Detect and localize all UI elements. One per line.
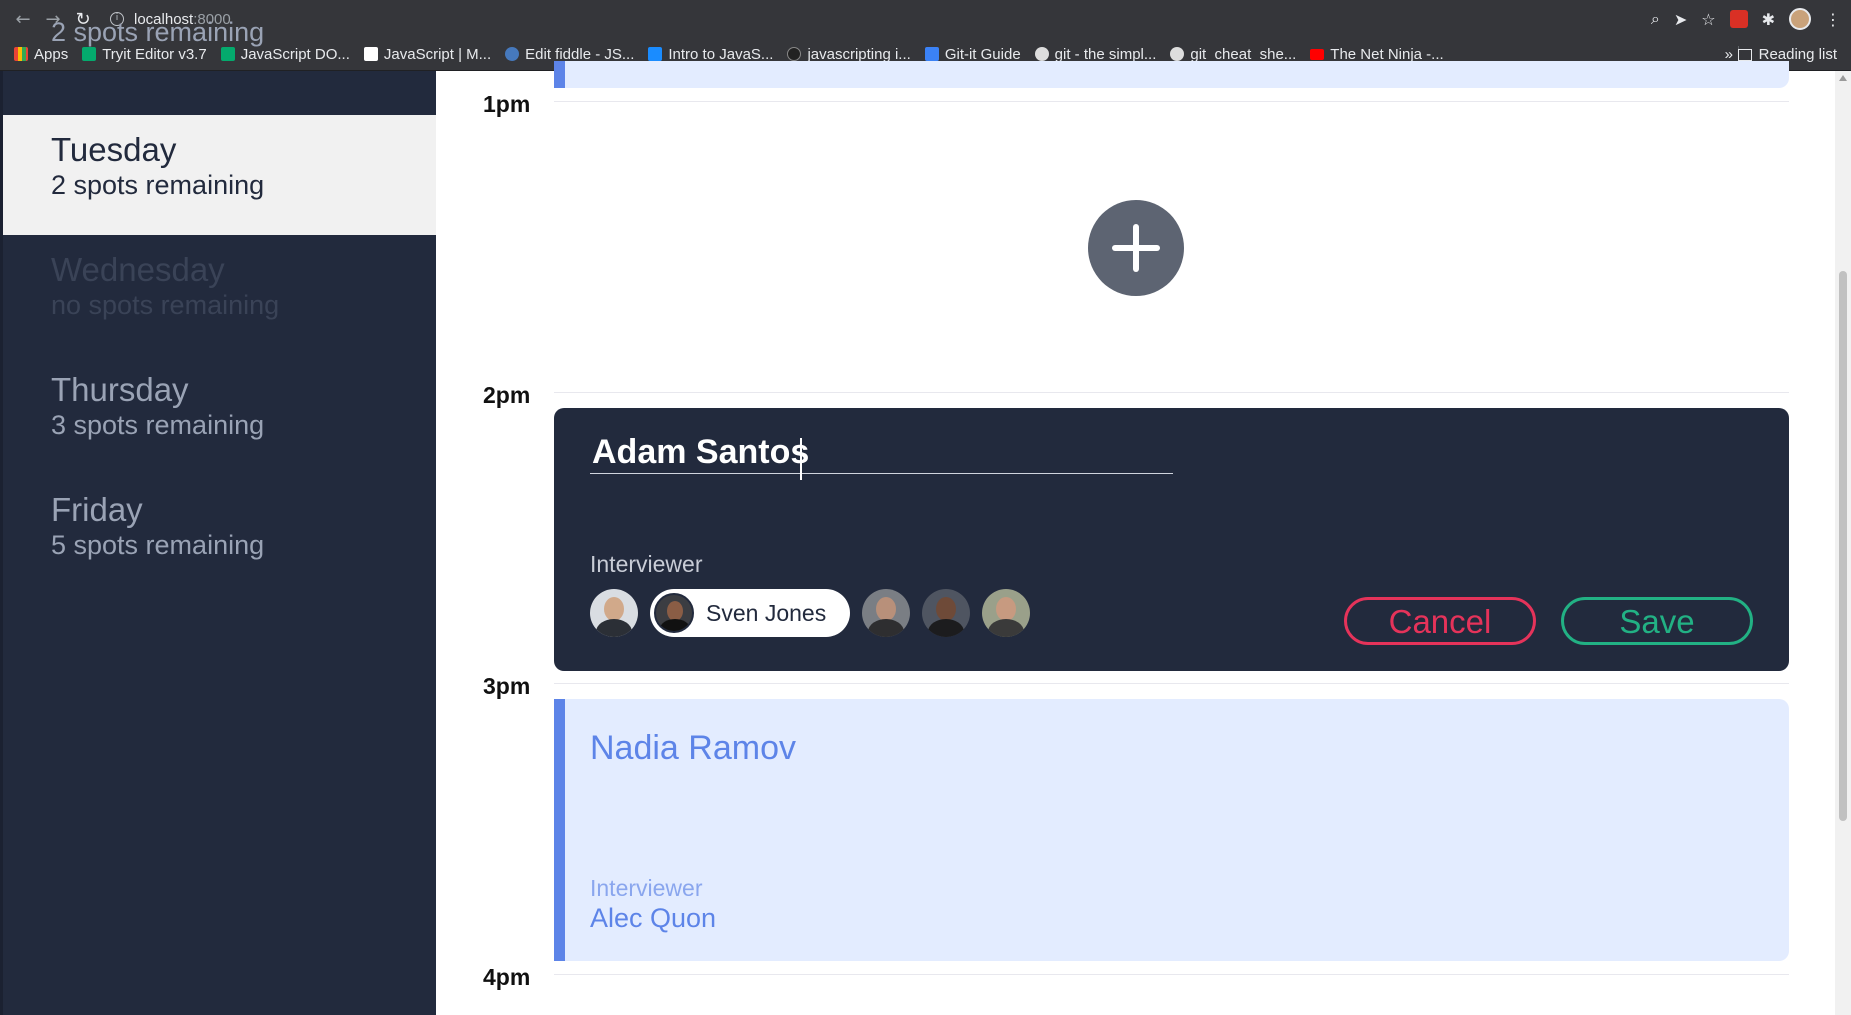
time-label-2pm: 2pm bbox=[483, 382, 531, 408]
bookmark-item[interactable]: Intro to JavaS... bbox=[648, 46, 773, 63]
extension-icon[interactable] bbox=[1729, 10, 1748, 28]
cancel-button[interactable]: Cancel bbox=[1344, 597, 1536, 645]
schedule-main: 1pm 2pm Interviewer Sven Jones Cancel Sa… bbox=[436, 61, 1835, 1015]
scrollbar-thumb[interactable] bbox=[1839, 271, 1847, 821]
day-spots: 2 spots remaining bbox=[51, 170, 265, 200]
day-spots: 3 spots remaining bbox=[51, 410, 265, 440]
bookmark-item[interactable]: javascripting i... bbox=[787, 45, 911, 63]
appointment-card[interactable]: Nadia Ramov Interviewer Alec Quon bbox=[554, 699, 1789, 961]
globe-icon bbox=[1170, 47, 1185, 61]
bookmark-label: Intro to JavaS... bbox=[668, 45, 774, 63]
bookmark-item[interactable]: The Net Ninja -... bbox=[1310, 45, 1444, 63]
day-item-monday[interactable]: 2 spots remaining bbox=[3, 0, 436, 120]
day-spots: 5 spots remaining bbox=[51, 530, 265, 560]
send-icon[interactable]: ➤ bbox=[1674, 10, 1687, 29]
appointment-interviewer: Alec Quon bbox=[590, 903, 717, 933]
student-name-input[interactable] bbox=[590, 432, 1173, 474]
bookmark-label: Git-it Guide bbox=[944, 45, 1021, 63]
day-item-friday[interactable]: Friday 5 spots remaining bbox=[3, 475, 436, 595]
hour-divider bbox=[554, 974, 1789, 975]
day-item-thursday[interactable]: Thursday 3 spots remaining bbox=[3, 355, 436, 475]
day-item-tuesday[interactable]: Tuesday 2 spots remaining bbox=[3, 115, 436, 235]
day-spots: 2 spots remaining bbox=[51, 17, 265, 47]
bookmark-item[interactable]: git_cheat_she... bbox=[1170, 46, 1296, 63]
profile-avatar[interactable] bbox=[1789, 8, 1811, 30]
bookmark-item[interactable]: Edit fiddle - JS... bbox=[505, 46, 634, 63]
scroll-up-arrow-icon[interactable] bbox=[1839, 75, 1847, 81]
text-caret bbox=[800, 438, 802, 480]
interviewer-avatar[interactable] bbox=[982, 589, 1031, 637]
globe-icon bbox=[1034, 47, 1049, 61]
hour-divider bbox=[554, 392, 1789, 393]
add-appointment-button[interactable] bbox=[1088, 200, 1184, 296]
plus-icon-vertical bbox=[1133, 224, 1139, 272]
bookmark-item[interactable]: git - the simpl... bbox=[1034, 45, 1157, 63]
appointment-interviewer-label: Interviewer bbox=[590, 875, 703, 901]
github-icon bbox=[787, 47, 802, 61]
page-scrollbar[interactable] bbox=[1835, 71, 1851, 1015]
zoom-icon[interactable]: ⌕ bbox=[1651, 9, 1660, 29]
interviewer-selected[interactable]: Sven Jones bbox=[650, 589, 851, 637]
bookmark-label: git - the simpl... bbox=[1054, 45, 1157, 63]
day-name: Friday bbox=[51, 491, 143, 528]
interviewer-avatar[interactable] bbox=[590, 589, 638, 637]
day-item-wednesday[interactable]: Wednesday no spots remaining bbox=[3, 235, 436, 355]
bookmark-item[interactable]: Git-it Guide bbox=[924, 45, 1021, 63]
bookmarks-overflow-button[interactable]: » bbox=[1725, 46, 1733, 63]
interviewer-avatar[interactable] bbox=[922, 589, 971, 637]
time-label-3pm: 3pm bbox=[483, 673, 531, 699]
hour-divider bbox=[554, 683, 1789, 684]
youtube-icon bbox=[1310, 48, 1325, 60]
bookmark-label: git_cheat_she... bbox=[1190, 45, 1297, 63]
day-name bbox=[51, 0, 436, 16]
gitit-icon bbox=[924, 47, 939, 61]
time-label-1pm: 1pm bbox=[483, 91, 531, 117]
interviewer-avatar bbox=[654, 593, 694, 633]
star-icon[interactable]: ☆ bbox=[1701, 10, 1715, 29]
day-name: Thursday bbox=[51, 371, 189, 408]
interviewer-avatar[interactable] bbox=[862, 589, 911, 637]
menu-kebab-icon[interactable]: ⋮ bbox=[1825, 10, 1841, 29]
bookmark-label: Edit fiddle - JS... bbox=[525, 45, 635, 63]
day-name: Wednesday bbox=[51, 251, 225, 288]
interviewer-name: Sven Jones bbox=[706, 599, 827, 626]
appointment-form: Interviewer Sven Jones Cancel Save bbox=[554, 408, 1789, 671]
reading-list-icon bbox=[1737, 48, 1752, 61]
hour-divider bbox=[554, 101, 1789, 102]
time-label-4pm: 4pm bbox=[483, 964, 531, 990]
day-spots: no spots remaining bbox=[51, 290, 280, 320]
interviewer-list: Sven Jones bbox=[590, 588, 1031, 638]
bookmark-label: javascripting i... bbox=[807, 45, 911, 63]
day-list-sidebar: 2 spots remaining Tuesday 2 spots remain… bbox=[0, 17, 436, 1015]
appointment-student: Nadia Ramov bbox=[590, 729, 796, 767]
previous-appointment-card[interactable] bbox=[554, 61, 1789, 88]
udemy-icon bbox=[648, 47, 663, 61]
interviewer-label: Interviewer bbox=[590, 551, 703, 577]
day-name: Tuesday bbox=[51, 131, 177, 168]
save-button[interactable]: Save bbox=[1561, 597, 1753, 645]
bookmark-label: The Net Ninja -... bbox=[1330, 45, 1444, 63]
puzzle-icon[interactable]: ✱ bbox=[1762, 10, 1775, 29]
jsfiddle-icon bbox=[505, 47, 520, 61]
